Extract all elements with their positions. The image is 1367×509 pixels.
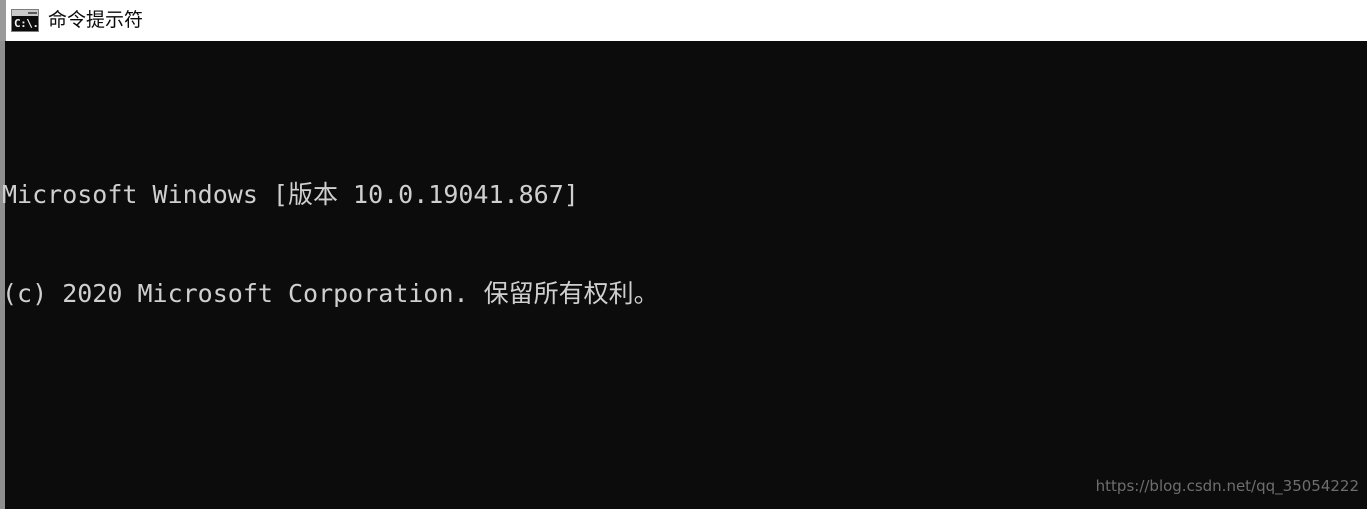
watermark-url: https://blog.csdn.net/qq_35054222 bbox=[1095, 477, 1359, 495]
window-titlebar[interactable]: C:\. 命令提示符 bbox=[0, 0, 1367, 41]
cmd-icon-glyph: C:\. bbox=[14, 17, 39, 30]
console-line-banner1: Microsoft Windows [版本 10.0.19041.867] bbox=[0, 178, 1367, 211]
banner-copyright-text: (c) 2020 Microsoft Corporation. 保留所有权利。 bbox=[2, 279, 659, 308]
console-output: Microsoft Windows [版本 10.0.19041.867] (c… bbox=[0, 46, 1367, 509]
banner-version-text: Microsoft Windows [版本 10.0.19041.867] bbox=[2, 180, 579, 209]
console-line-banner2: (c) 2020 Microsoft Corporation. 保留所有权利。 bbox=[0, 277, 1367, 310]
command-prompt-window: C:\. 命令提示符 Microsoft Windows [版本 10.0.19… bbox=[0, 0, 1367, 509]
cmd-prompt-icon: C:\. bbox=[11, 9, 39, 32]
window-title: 命令提示符 bbox=[48, 9, 144, 31]
terminal-screen[interactable]: Microsoft Windows [版本 10.0.19041.867] (c… bbox=[0, 41, 1367, 509]
console-line-blank-1 bbox=[0, 409, 1367, 442]
titlebar-left-edge bbox=[0, 0, 6, 41]
